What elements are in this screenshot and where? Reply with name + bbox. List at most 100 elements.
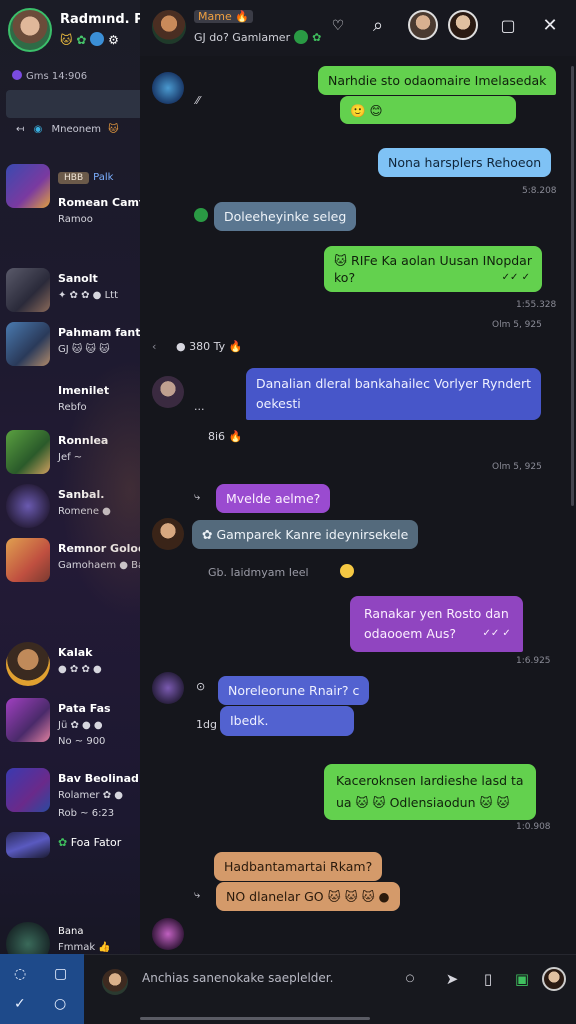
square-icon[interactable]: ▢ <box>496 14 520 38</box>
message-text: Mvelde aelme? <box>226 491 321 506</box>
message-bubble-incoming[interactable]: Ibedk. <box>220 706 354 736</box>
conversation-thumbnail <box>6 484 50 528</box>
message-text: odaooem Aus? ✓✓ ✓ <box>364 624 511 644</box>
my-badges: 🐱 ✿ ⚙ <box>60 32 119 47</box>
message-text: Danalian dleral bankahailec Vorlyer Rynd… <box>256 376 531 391</box>
conversation-preview: Rebfo <box>58 402 87 413</box>
profile-icon[interactable] <box>542 967 566 991</box>
message-text: Noreleorune Rnair? c <box>228 683 360 698</box>
sidebar-search-input[interactable] <box>6 90 140 118</box>
leaf-icon: ✿ <box>76 33 87 47</box>
save-icon[interactable]: ▣ <box>510 967 534 991</box>
conversation-item[interactable]: ✿ Foa Fator <box>6 832 140 892</box>
reply-icon[interactable]: ⤷ <box>194 888 200 902</box>
participant-avatar[interactable] <box>448 10 478 40</box>
message-bubble-outgoing[interactable]: 🐱 RIFe Ka aolan Uusan INopdar ko? ✓✓ ✓ <box>324 246 542 292</box>
sidebar-filter-label[interactable]: Mneonem <box>52 124 101 135</box>
message-bubble-incoming[interactable]: Noreleorune Rnair? c <box>218 676 370 705</box>
message-timestamp: 1:0.908 <box>516 822 551 832</box>
conversation-name: ✿ Foa Fator <box>58 836 122 849</box>
conversation-thumbnail <box>6 322 50 366</box>
sender-avatar[interactable] <box>152 672 184 704</box>
chat-bubble-icon[interactable]: ◌ <box>14 966 26 982</box>
message-timestamp: 1:55.328 <box>516 300 557 310</box>
sender-avatar[interactable] <box>152 72 184 104</box>
message-input[interactable]: Anchias sanenokake saeplelder. <box>142 971 333 985</box>
conversation-preview: Fmmak 👍 <box>58 942 111 953</box>
leaf-icon: ✿ <box>312 31 322 44</box>
gear-icon[interactable]: ⚙ <box>108 33 119 47</box>
tag-badge: HBB <box>58 172 90 184</box>
search-icon[interactable]: ⌕ <box>366 14 390 38</box>
message-bubble-incoming[interactable]: Doleeheyinke seleg <box>214 202 357 231</box>
my-avatar[interactable] <box>8 8 52 52</box>
reply-icon[interactable]: ⤷ <box>194 490 200 504</box>
message-bubble-outgoing[interactable]: Kaceroknsen Iardieshe lasd ta ua 🐱 🐱 Odl… <box>324 764 536 820</box>
conversation-meta: Rob ~ 6:23 <box>58 808 115 819</box>
check-icon[interactable]: ✓ <box>14 996 26 1012</box>
conversation-item[interactable]: Kalak ● ✿ ✿ ● <box>6 642 140 702</box>
message-list[interactable]: ⁄⁄ Narhdie sto odaomaire Imelasedak 🙂 😊 … <box>140 56 576 954</box>
conversation-preview: ✦ ✿ ✿ ● Ltt <box>58 290 118 301</box>
chat-avatar[interactable] <box>152 10 186 44</box>
conversation-preview: GJ 🐱 🐱 🐱 <box>58 344 110 355</box>
participant-avatar[interactable] <box>408 10 438 40</box>
conversation-preview: Rolamer ✿ ● <box>58 790 123 801</box>
message-bubble-outgoing[interactable]: Nona harsplers Rehoeon <box>378 148 552 177</box>
cat-icon: 🐱 <box>60 33 73 47</box>
composer: Anchias sanenokake saeplelder. ○ ➤ ▯ ▣ <box>84 954 576 1024</box>
message-text: 🐱 RIFe Ka aolan Uusan INopdar <box>334 253 532 268</box>
conversation-item[interactable]: Pahmam fant GJ 🐱 🐱 🐱 <box>6 322 140 382</box>
conversation-meta: No ~ 900 <box>58 736 106 747</box>
message-bubble-incoming[interactable]: Danalian dleral bankahailec Vorlyer Rynd… <box>246 368 541 420</box>
system-note: 8i6 🔥 <box>208 430 243 443</box>
status-text: Gms 14:906 <box>26 71 88 82</box>
conversation-thumbnail <box>6 768 50 812</box>
chat-title[interactable]: Mame 🔥 <box>194 10 253 23</box>
trash-icon[interactable]: ▯ <box>476 967 500 991</box>
conversation-item[interactable]: Ronnlea Jef ~ <box>6 430 140 490</box>
conversation-item[interactable]: Sanolt ✦ ✿ ✿ ● Ltt <box>6 268 140 328</box>
smile-icon <box>340 564 355 578</box>
conversation-item[interactable]: Sanbal. Romene ● <box>6 484 140 544</box>
emoji-icon[interactable]: ○ <box>398 967 422 991</box>
conversation-item[interactable]: Pata Fas Jü ✿ ● ● No ~ 900 <box>6 698 140 758</box>
heart-icon[interactable]: ♡ <box>326 14 350 38</box>
send-icon[interactable]: ➤ <box>440 967 464 991</box>
message-text: 🙂 😊 <box>350 103 383 118</box>
chevron-left-icon[interactable]: ‹ <box>152 340 156 353</box>
sender-avatar[interactable] <box>152 518 184 550</box>
composer-avatar[interactable] <box>102 969 128 995</box>
message-bubble-outgoing[interactable]: Ranakar yen Rosto dan odaooem Aus? ✓✓ ✓ <box>350 596 523 652</box>
message-bubble-incoming[interactable]: Mvelde aelme? <box>216 484 331 513</box>
sender-avatar[interactable] <box>152 918 184 950</box>
message-text: oekesti <box>256 396 301 411</box>
tag-label: Palk <box>93 172 114 183</box>
reply-icon: ⊙ <box>196 680 206 693</box>
conversation-preview: ● ✿ ✿ ● <box>58 664 102 675</box>
message-bubble-outgoing[interactable]: 🙂 😊 <box>340 96 516 124</box>
sidebar-tools: ↤ ◉ Mneonem 🐱 <box>16 124 119 135</box>
slash-icon: ⁄⁄ <box>196 94 200 107</box>
message-bubble-incoming[interactable]: ✿ Gamparek Kanre ideynirsekele <box>192 520 419 549</box>
scrollbar[interactable] <box>571 66 574 506</box>
message-meta: 1dg <box>196 718 217 731</box>
conversation-thumbnail <box>6 164 50 208</box>
search-icon[interactable]: ○ <box>54 996 66 1012</box>
conversation-item[interactable]: Bav Beolinad Rolamer ✿ ● Rob ~ 6:23 <box>6 768 140 828</box>
globe-icon[interactable]: ◉ <box>34 124 43 135</box>
message-bubble-outgoing[interactable]: Narhdie sto odaomaire Imelasedak <box>318 66 557 95</box>
message-bubble-incoming[interactable]: NO dlanelar GO 🐱 🐱 🐱 ● <box>216 882 400 911</box>
message-bubble-incoming[interactable]: Hadbantamartai Rkam? <box>214 852 383 881</box>
conversation-thumbnail <box>6 832 50 858</box>
my-profile[interactable]: Radmınd. Pam 🐱 ✿ ⚙ <box>8 6 140 52</box>
copy-icon[interactable]: ▢ <box>54 966 67 982</box>
back-arrow-icon[interactable]: ↤ <box>16 124 24 135</box>
close-icon[interactable]: ✕ <box>538 14 562 38</box>
date-divider: Olm 5, 925 <box>492 320 542 330</box>
sender-avatar[interactable] <box>152 376 184 408</box>
conversation-item[interactable]: Remnor Goloor Gamohaem ● Ba <box>6 538 140 598</box>
typing-indicator: ... <box>194 400 205 413</box>
conversation-item[interactable]: HBB Palk Romean Camt Ramoo <box>6 164 140 225</box>
message-text: ✿ Gamparek Kanre ideynirsekele <box>202 527 409 542</box>
